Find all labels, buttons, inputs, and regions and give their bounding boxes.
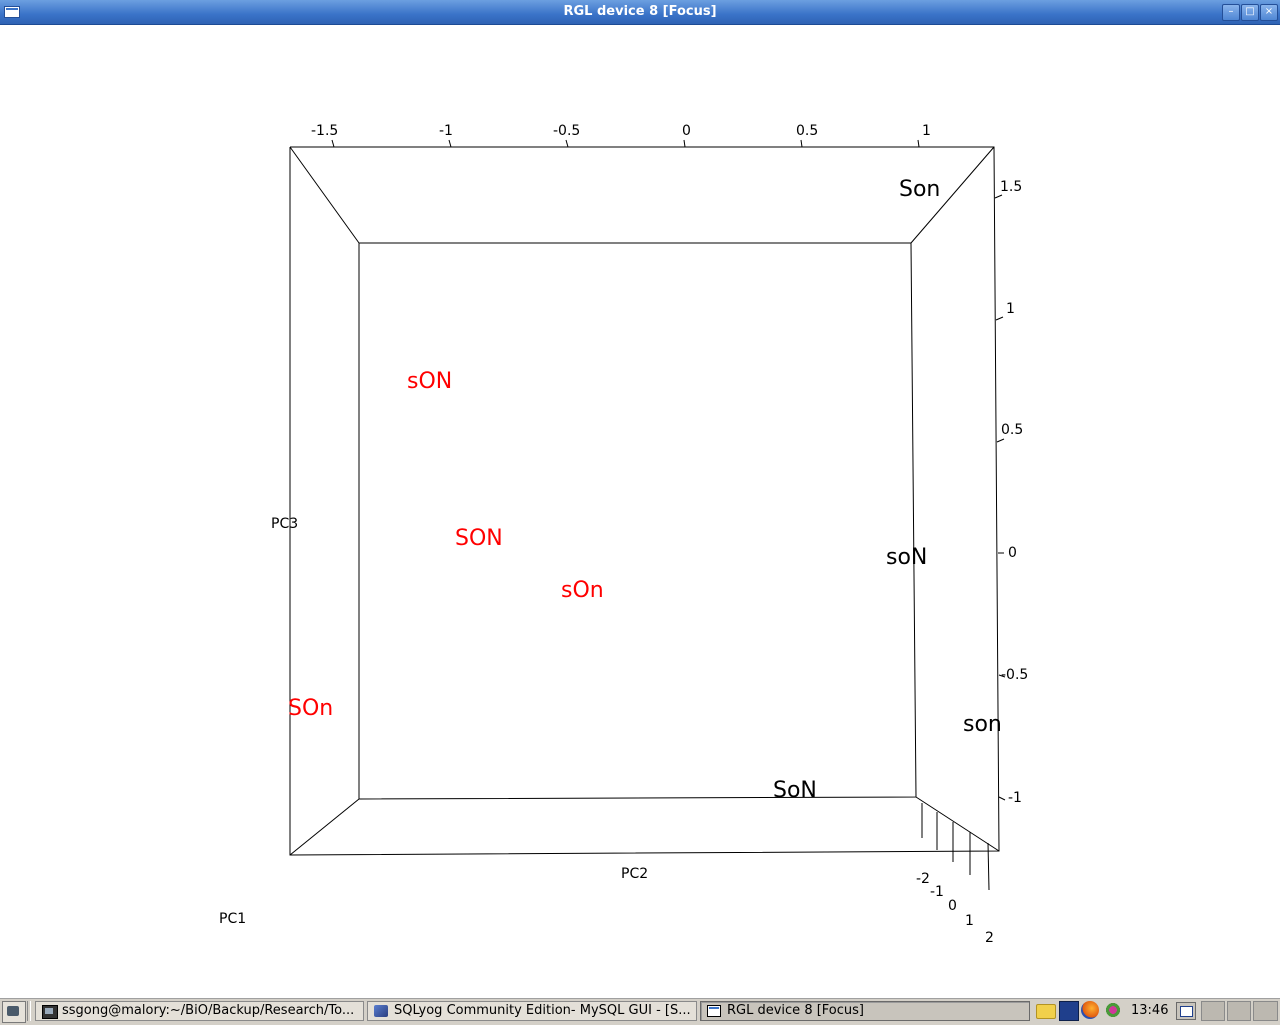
- right-tick-label: 1.5: [1000, 179, 1023, 195]
- task-rgl-device[interactable]: RGL device 8 [Focus]: [700, 1001, 1030, 1021]
- task-label: RGL device 8 [Focus]: [727, 1003, 864, 1018]
- point-label: son: [963, 712, 1002, 737]
- taskbar: ssgong@malory:~/BiO/Backup/Research/To..…: [0, 997, 1280, 1025]
- right-tick-label: 1: [1006, 301, 1015, 317]
- workspace-1[interactable]: [1201, 1001, 1225, 1021]
- task-label: ssgong@malory:~/BiO/Backup/Research/To..…: [62, 1003, 355, 1018]
- rgl-canvas[interactable]: -1.5 -1 -0.5 0 0.5 1 1.5 1 0.5 0 -0.5 -1…: [0, 25, 1280, 997]
- right-tick-label: 0.5: [1001, 422, 1024, 438]
- point-label: SoN: [773, 778, 817, 803]
- top-tick-mark: [448, 139, 452, 148]
- window-titlebar[interactable]: RGL device 8 [Focus] – □ ×: [0, 0, 1280, 25]
- right-tick-mark: [994, 194, 1003, 199]
- workspace-2[interactable]: [1227, 1001, 1251, 1021]
- point-label: sOn: [561, 578, 604, 603]
- window-icon: [707, 1005, 721, 1017]
- top-tick-label: 0.5: [796, 123, 819, 139]
- point-label: SON: [455, 526, 503, 551]
- edge-top-left: [289, 146, 360, 244]
- depth-tick-label: -1: [930, 884, 944, 900]
- point-label: SOn: [288, 696, 334, 721]
- point-label: soN: [886, 545, 928, 570]
- folder-icon[interactable]: [1036, 1004, 1056, 1019]
- top-tick-label: -1.5: [311, 123, 339, 139]
- pc1-axis-label: PC1: [219, 911, 247, 927]
- maximize-button[interactable]: □: [1241, 4, 1259, 21]
- depth-tick-label: 2: [985, 930, 994, 946]
- workspace-3[interactable]: [1253, 1001, 1278, 1021]
- point-label: Son: [899, 177, 941, 202]
- show-desktop-button[interactable]: [1176, 1002, 1196, 1020]
- task-label: SQLyog Community Edition- MySQL GUI - [S…: [394, 1003, 691, 1018]
- bounding-box-wireframe: [289, 139, 1006, 891]
- right-tick-label: -0.5: [1001, 667, 1029, 683]
- edge-bottom-left: [289, 798, 360, 856]
- task-terminal[interactable]: ssgong@malory:~/BiO/Backup/Research/To..…: [35, 1001, 364, 1021]
- point-label: sON: [407, 369, 453, 394]
- right-tick-label: 0: [1008, 545, 1017, 561]
- depth-tick-label: -2: [916, 871, 930, 887]
- top-tick-label: 1: [922, 123, 931, 139]
- terminal-icon: [42, 1005, 58, 1019]
- pc3-axis-label: PC3: [271, 516, 299, 532]
- top-tick-mark: [917, 139, 920, 148]
- top-tick-mark: [565, 139, 569, 148]
- depth-tick-label: 1: [965, 913, 974, 929]
- sqlyog-icon: [374, 1005, 388, 1017]
- clock: 13:46: [1131, 1003, 1169, 1018]
- outer-frame: [289, 146, 1000, 856]
- taskbar-separator: [27, 1001, 31, 1021]
- settings-icon[interactable]: [1104, 1001, 1122, 1019]
- depth-tick-mark: [987, 842, 990, 891]
- window-title: RGL device 8 [Focus]: [563, 4, 717, 19]
- right-tick-label: -1: [1008, 790, 1022, 806]
- firefox-icon[interactable]: [1081, 1001, 1099, 1019]
- depth-tick-label: 0: [948, 898, 957, 914]
- inner-frame: [358, 242, 917, 800]
- top-tick-mark: [800, 139, 803, 148]
- right-tick-mark: [995, 316, 1004, 321]
- monitor-icon[interactable]: [1059, 1001, 1079, 1021]
- close-button[interactable]: ×: [1260, 4, 1278, 21]
- top-tick-label: 0: [682, 123, 691, 139]
- start-menu-button[interactable]: [2, 1001, 26, 1023]
- task-sqlyog[interactable]: SQLyog Community Edition- MySQL GUI - [S…: [367, 1001, 697, 1021]
- minimize-button[interactable]: –: [1222, 4, 1240, 21]
- pc2-axis-label: PC2: [621, 866, 649, 882]
- top-tick-mark: [331, 139, 335, 148]
- top-tick-label: -1: [439, 123, 453, 139]
- right-tick-mark: [998, 796, 1006, 801]
- top-tick-label: -0.5: [553, 123, 581, 139]
- edge-bottom-right: [915, 796, 1000, 852]
- right-tick-mark: [996, 438, 1005, 443]
- top-tick-mark: [683, 139, 686, 148]
